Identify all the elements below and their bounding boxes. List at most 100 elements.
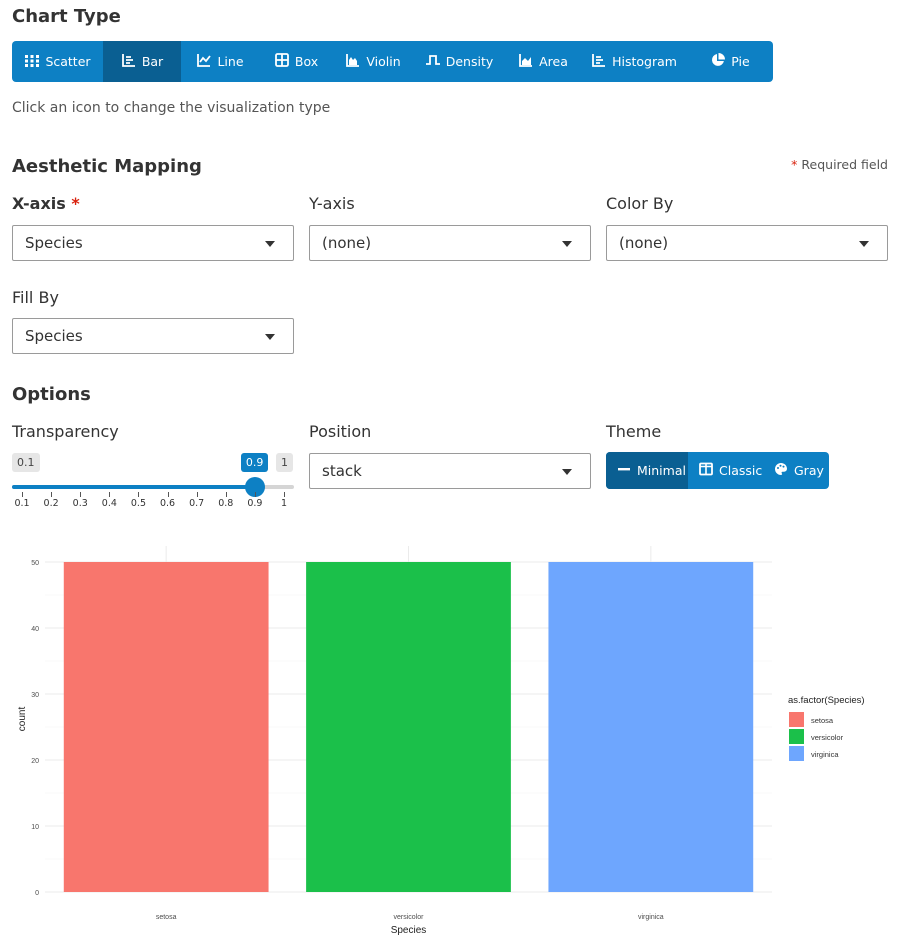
x-tick-label: virginica bbox=[638, 914, 664, 921]
legend-swatch bbox=[789, 712, 804, 727]
chart-type-histogram-button[interactable]: Histogram bbox=[581, 41, 687, 82]
chart-type-bar-button[interactable]: Bar bbox=[103, 41, 181, 82]
slider-value-badge: 0.9 bbox=[240, 453, 269, 472]
chart-type-hint: Click an icon to change the visualizatio… bbox=[12, 100, 331, 116]
slider-tick-label: 0.4 bbox=[101, 498, 117, 509]
required-star: * bbox=[71, 194, 80, 213]
x-axis-title: Species bbox=[391, 925, 427, 936]
x-axis-value: Species bbox=[25, 234, 83, 252]
chart-type-label: Box bbox=[294, 54, 319, 69]
y-tick-label: 30 bbox=[31, 692, 39, 699]
bar-setosa bbox=[63, 562, 269, 892]
density-icon bbox=[425, 52, 441, 71]
slider-tick bbox=[284, 492, 285, 497]
slider-tick bbox=[109, 492, 111, 497]
chart-type-pie-button[interactable]: Pie bbox=[687, 41, 773, 82]
chart-type-label: Pie bbox=[731, 54, 750, 69]
legend-swatch bbox=[789, 729, 804, 744]
slider-tick bbox=[254, 492, 256, 497]
chart-type-title: Chart Type bbox=[12, 6, 121, 27]
legend-label: setosa bbox=[811, 716, 834, 725]
y-tick-label: 0 bbox=[35, 890, 39, 897]
slider-tick-label: 0.2 bbox=[43, 498, 59, 509]
bar-chart-icon bbox=[121, 52, 137, 71]
x-tick-label: setosa bbox=[156, 914, 177, 921]
slider-tick bbox=[225, 492, 227, 497]
y-axis-label: Y-axis bbox=[309, 194, 355, 213]
slider-tick-label: 0.6 bbox=[159, 498, 176, 509]
y-tick-label: 40 bbox=[31, 626, 39, 633]
y-tick-label: 20 bbox=[31, 758, 39, 765]
chart-type-label: Bar bbox=[141, 54, 164, 69]
chart-type-line-button[interactable]: Line bbox=[181, 41, 259, 82]
chart-type-toolbar: Scatter Bar Line Box Violin Density Area… bbox=[12, 41, 773, 82]
x-axis-select[interactable]: Species bbox=[12, 225, 294, 261]
area-chart-icon bbox=[518, 52, 534, 71]
slider-tick-label: 0.9 bbox=[247, 498, 263, 509]
bar-chart-plot: 0 10 20 30 40 50 setosa versicolor virginica Spec… bbox=[17, 546, 865, 936]
chart-type-label: Line bbox=[217, 54, 244, 69]
y-axis-select[interactable]: (none) bbox=[309, 225, 591, 261]
theme-classic-button[interactable]: Classic bbox=[688, 452, 763, 489]
y-axis-value: (none) bbox=[322, 234, 372, 252]
fill-by-select[interactable]: Species bbox=[12, 318, 294, 354]
position-select[interactable]: stack bbox=[309, 453, 591, 489]
theme-minimal-button[interactable]: Minimal bbox=[606, 452, 688, 489]
minus-icon bbox=[617, 462, 631, 479]
theme-label: Theme bbox=[606, 422, 662, 441]
chart-type-label: Density bbox=[445, 54, 494, 69]
chart-type-box-button[interactable]: Box bbox=[259, 41, 333, 82]
slider-tick-label: 0.1 bbox=[14, 498, 30, 509]
bar-versicolor bbox=[306, 562, 511, 892]
slider-tick bbox=[51, 492, 53, 497]
chart-type-violin-button[interactable]: Violin bbox=[333, 41, 413, 82]
theme-gray-button[interactable]: Gray bbox=[763, 452, 829, 489]
color-by-value: (none) bbox=[619, 234, 669, 252]
legend-title: as.factor(Species) bbox=[788, 695, 865, 706]
theme-label-text: Minimal bbox=[637, 463, 686, 478]
slider-tick bbox=[196, 492, 198, 497]
theme-button-group: Minimal Classic Gray bbox=[606, 452, 829, 489]
slider-tick-label: 0.3 bbox=[72, 498, 88, 509]
required-note-text: Required field bbox=[801, 157, 888, 172]
scatter-icon bbox=[24, 52, 40, 71]
palette-icon bbox=[774, 462, 788, 479]
bar-virginica bbox=[548, 562, 754, 892]
required-field-note: * Required field bbox=[791, 157, 888, 172]
slider-tick bbox=[138, 492, 140, 497]
slider-tick-label: 1 bbox=[280, 498, 288, 509]
legend-swatch bbox=[789, 746, 804, 761]
x-axis-label: X-axis * bbox=[12, 194, 80, 213]
slider-max-badge: 1 bbox=[276, 453, 293, 472]
slider-tick-label: 0.7 bbox=[189, 498, 205, 509]
position-label: Position bbox=[309, 422, 372, 441]
line-chart-icon bbox=[196, 52, 212, 71]
caret-down-icon bbox=[859, 241, 869, 247]
color-by-select[interactable]: (none) bbox=[606, 225, 888, 261]
legend-label: versicolor bbox=[811, 733, 844, 742]
x-tick-label: versicolor bbox=[394, 914, 425, 921]
chart-type-area-button[interactable]: Area bbox=[505, 41, 581, 82]
caret-down-icon bbox=[562, 241, 572, 247]
slider-tick bbox=[80, 492, 82, 497]
options-title: Options bbox=[12, 384, 91, 405]
fill-by-label: Fill By bbox=[12, 288, 59, 307]
violin-icon bbox=[345, 52, 361, 71]
theme-label-text: Gray bbox=[794, 463, 824, 478]
chart-type-density-button[interactable]: Density bbox=[413, 41, 505, 82]
box-plot-icon bbox=[274, 52, 290, 71]
transparency-slider-fill bbox=[12, 485, 255, 489]
transparency-label: Transparency bbox=[12, 422, 119, 441]
fill-by-value: Species bbox=[25, 327, 83, 345]
chart-type-label: Area bbox=[539, 54, 568, 69]
legend-label: virginica bbox=[811, 750, 839, 759]
x-axis-label-text: X-axis bbox=[12, 194, 66, 213]
chart-type-scatter-button[interactable]: Scatter bbox=[12, 41, 103, 82]
aesthetic-mapping-title: Aesthetic Mapping bbox=[12, 156, 202, 177]
chart-type-label: Violin bbox=[366, 54, 401, 69]
caret-down-icon bbox=[562, 469, 572, 475]
slider-tick bbox=[22, 492, 23, 497]
y-tick-label: 50 bbox=[31, 560, 39, 567]
caret-down-icon bbox=[265, 241, 275, 247]
columns-icon bbox=[699, 462, 713, 479]
